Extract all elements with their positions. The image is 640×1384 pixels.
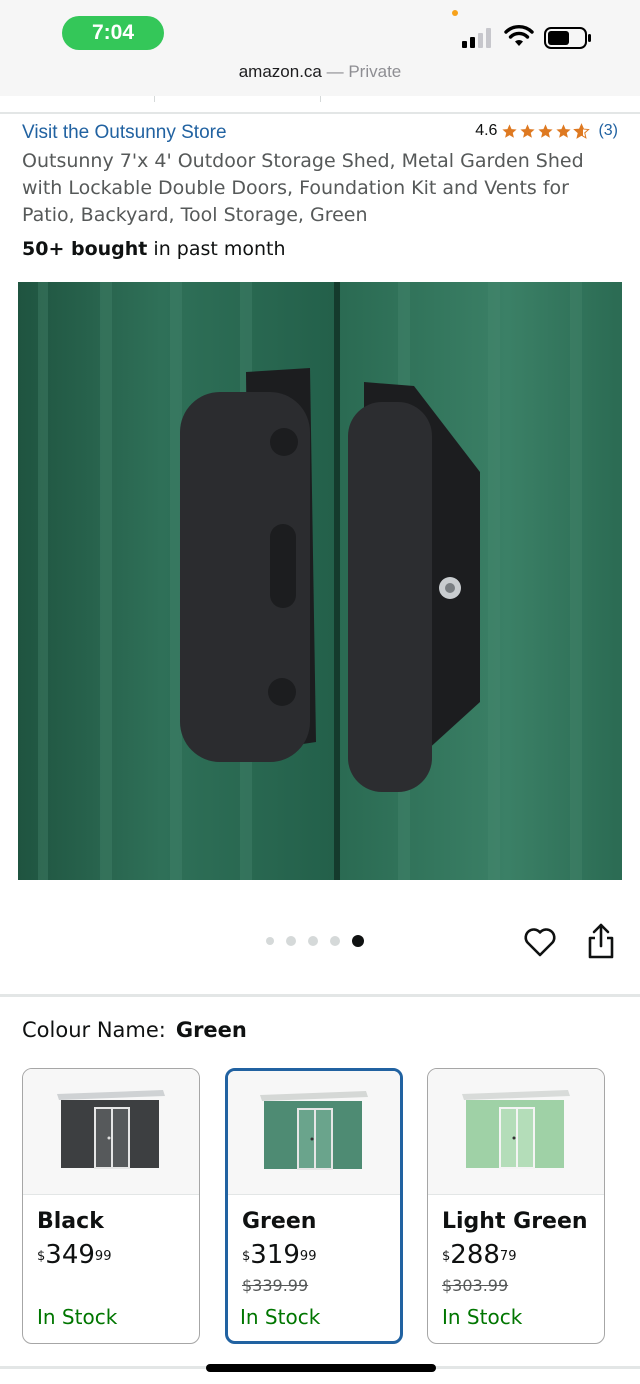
stock-status: In Stock [37,1305,118,1329]
star-rating [501,122,591,140]
selected-colour: Green [175,1018,247,1042]
variant-name: Green [242,1209,317,1234]
store-link[interactable]: Visit the Outsunny Store [22,122,227,144]
price-whole: 319 [250,1240,300,1270]
variant-thumbnail [23,1069,199,1195]
star-icon [538,123,554,138]
was-price [37,1276,199,1296]
private-mode-label: Private [348,62,402,81]
variant-price: $34999 [37,1240,199,1270]
shed-thumbnail [462,1089,570,1169]
star-icon [502,123,518,138]
rating-summary[interactable]: 4.6 (3) [475,122,618,140]
carousel-dots[interactable] [266,935,364,947]
rating-value: 4.6 [475,122,498,139]
variant-name: Light Green [442,1209,588,1234]
price-whole: 288 [450,1240,500,1270]
url-separator: — [321,62,349,81]
carousel-dot[interactable] [286,936,296,946]
bought-period: in past month [147,238,286,260]
price-fraction: 99 [94,1249,112,1264]
bought-count: 50+ bought [22,238,148,260]
shed-thumbnail [57,1089,165,1169]
variant-card-light-green[interactable]: Light Green $28879 $303.99 In Stock [427,1068,605,1344]
price-fraction: 99 [299,1249,317,1264]
carousel-dot[interactable] [266,937,274,945]
price-whole: 349 [45,1240,95,1270]
battery-icon [544,27,591,49]
colour-name-label: Colour Name: Green [22,1018,247,1042]
carousel-dot-active[interactable] [352,935,364,947]
price-fraction: 79 [499,1249,517,1264]
currency-symbol: $ [242,1249,251,1264]
carousel-dot[interactable] [330,936,340,946]
signal-icon [462,28,491,48]
rating-count: (3) [598,122,618,139]
product-image[interactable] [18,282,622,880]
star-icon [556,123,572,138]
privacy-indicator-dot [452,10,458,16]
variant-card-black[interactable]: Black $34999 In Stock [22,1068,200,1344]
was-price: $339.99 [242,1276,309,1295]
star-icon [520,123,536,138]
carousel-dot[interactable] [308,936,318,946]
shed-thumbnail [260,1090,368,1170]
stock-status: In Stock [240,1305,321,1329]
variant-card-green[interactable]: Green $31999 $339.99 In Stock [225,1068,403,1344]
colour-label-text: Colour Name: [22,1018,166,1042]
product-title: Outsunny 7'x 4' Outdoor Storage Shed, Me… [22,150,584,226]
was-price: $303.99 [442,1276,509,1295]
variant-thumbnail [228,1071,400,1195]
section-divider [0,994,640,997]
stock-status: In Stock [442,1305,523,1329]
browser-chrome: 7:04 amazon.ca — Private [0,0,640,96]
currency-symbol: $ [442,1249,451,1264]
url-domain: amazon.ca [238,62,322,81]
variant-name: Black [37,1209,104,1234]
variant-price: $31999 [242,1240,400,1270]
tab-strip-remnant [0,96,640,114]
currency-symbol: $ [37,1249,46,1264]
half-star-icon [573,122,591,139]
home-indicator[interactable] [206,1364,436,1372]
heart-icon[interactable] [522,924,558,960]
variant-price: $28879 [442,1240,604,1270]
door-latch-photo [18,282,622,880]
status-time: 7:04 [62,16,164,50]
url-bar[interactable]: amazon.ca — Private [0,62,640,82]
share-icon[interactable] [584,922,618,960]
wifi-icon [504,25,534,46]
bought-in-past-month: 50+ bought in past month [22,238,286,260]
variant-thumbnail [428,1069,604,1195]
